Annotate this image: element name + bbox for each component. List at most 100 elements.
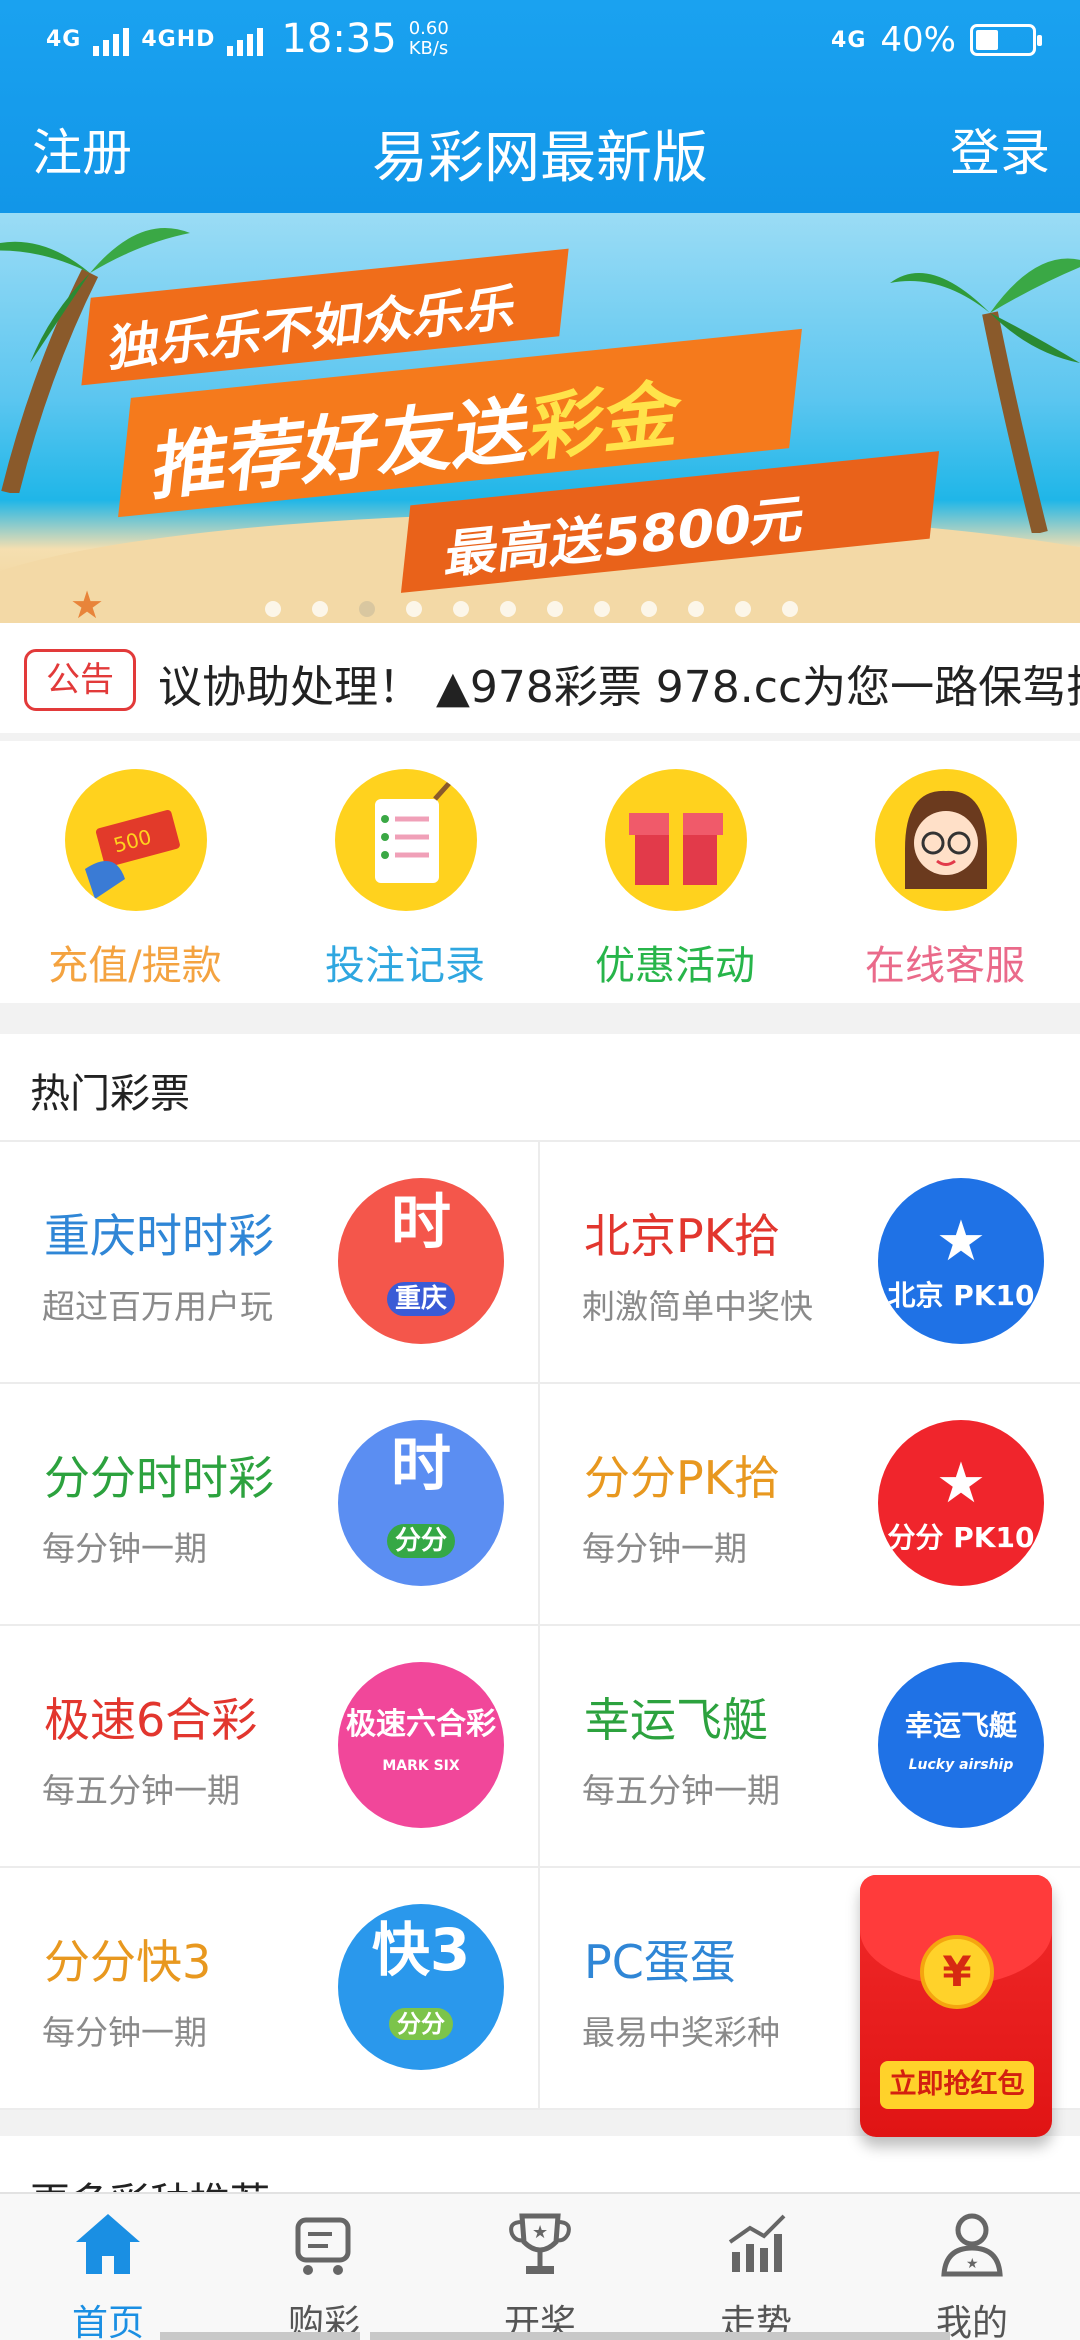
banner-dot[interactable] xyxy=(594,601,610,617)
banner-dot[interactable] xyxy=(406,601,422,617)
logo-sub: MARK SIX xyxy=(382,1757,460,1774)
ffssc-logo-icon: 时分分 xyxy=(338,1420,504,1586)
lottery-name: 幸运飞艇 xyxy=(584,1693,768,1747)
tab-draw[interactable]: ★ 开奖 xyxy=(432,2194,648,2340)
quick-promotions[interactable]: 优惠活动 xyxy=(540,741,810,1003)
gift-icon xyxy=(605,769,747,911)
grab-red-packet-label: 立即抢红包 xyxy=(880,2061,1034,2109)
signal-label: 4G xyxy=(46,26,82,52)
logo-sub: 分分 xyxy=(386,1524,455,1558)
lottery-name: 极速6合彩 xyxy=(44,1693,258,1747)
service-icon xyxy=(875,769,1017,911)
promo-banner[interactable]: 独乐乐不如众乐乐 推荐好友送彩金 最高送5800元 ★ xyxy=(0,213,1080,623)
banner-line-2-text: 推荐好友送 xyxy=(148,386,535,512)
signal-label-2: 4GHD xyxy=(141,26,216,52)
logo-sub: Lucky airship xyxy=(908,1756,1014,1773)
top-bar: 4G 4GHD 18:35 0.60 KB/s 4G 40% 注册 易彩网最新版 … xyxy=(0,0,1080,213)
starfish-icon: ★ xyxy=(70,583,105,623)
status-bar: 4G 4GHD 18:35 0.60 KB/s 4G 40% xyxy=(0,0,1080,82)
quick-customer-service[interactable]: 在线客服 xyxy=(810,741,1080,1003)
banner-dot[interactable] xyxy=(500,601,516,617)
red-packet-button[interactable]: ¥ 立即抢红包 xyxy=(860,1875,1052,2137)
battery-icon xyxy=(970,24,1042,56)
lottery-desc: 超过百万用户玩 xyxy=(42,1287,273,1326)
banner-dot[interactable] xyxy=(453,601,469,617)
svg-text:★: ★ xyxy=(966,2256,979,2272)
quick-label: 投注记录 xyxy=(325,943,485,989)
battery-level xyxy=(976,30,998,50)
tab-home[interactable]: 首页 xyxy=(0,2194,216,2340)
lottery-name: 分分PK拾 xyxy=(584,1451,780,1505)
coin-icon: ¥ xyxy=(920,1935,994,2009)
quick-label: 充值/提款 xyxy=(48,943,222,989)
tab-mine[interactable]: ★ 我的 xyxy=(864,2194,1080,2340)
lottery-name: 分分快3 xyxy=(44,1935,212,1989)
quick-bet-record[interactable]: 投注记录 xyxy=(270,741,540,1003)
record-icon xyxy=(335,769,477,911)
app-screen: 4G 4GHD 18:35 0.60 KB/s 4G 40% 注册 易彩网最新版 … xyxy=(0,0,1080,2340)
network-type: 4G xyxy=(831,27,867,53)
battery-percent: 40% xyxy=(880,20,956,60)
trophy-icon: ★ xyxy=(509,2213,571,2274)
lottery-name: PC蛋蛋 xyxy=(584,1935,736,1989)
lottery-name: 重庆时时彩 xyxy=(44,1209,274,1263)
signal-bars-icon xyxy=(93,22,130,56)
banner-dot[interactable] xyxy=(688,601,704,617)
banner-pagination[interactable] xyxy=(265,601,798,617)
login-button[interactable]: 登录 xyxy=(950,113,1050,185)
banner-dot[interactable] xyxy=(547,601,563,617)
quick-label: 优惠活动 xyxy=(595,943,755,989)
svg-text:★: ★ xyxy=(532,2222,548,2243)
notice-tag: 公告 xyxy=(24,649,136,711)
home-indicator xyxy=(160,2332,360,2340)
bjpk10-logo-icon: ★ 北京 PK10 xyxy=(878,1178,1044,1344)
lottery-desc: 每五分钟一期 xyxy=(42,1771,240,1810)
logo-text: 时 xyxy=(390,1430,451,1500)
signal-bars-icon-2 xyxy=(227,22,264,56)
bottom-tab-bar: 首页 购彩 ★ 开奖 走势 ★ 我的 xyxy=(0,2192,1080,2340)
speed-value: 0.60 xyxy=(408,18,449,39)
lottery-item[interactable]: 幸运飞艇 每五分钟一期 幸运飞艇 Lucky airship xyxy=(540,1626,1080,1868)
net-speed: 0.60 KB/s xyxy=(409,19,449,59)
logo-text: 极速六合彩 xyxy=(346,1706,496,1742)
clock: 18:35 xyxy=(281,16,397,62)
cqssc-logo-icon: 时重庆 xyxy=(338,1178,504,1344)
lottery-desc: 最易中奖彩种 xyxy=(582,2013,780,2052)
notice-text: 议协助处理！ ▲978彩票 978.cc为您一路保驾护航 xyxy=(158,662,1080,713)
lottery-item[interactable]: 北京PK拾 刺激简单中奖快 ★ 北京 PK10 xyxy=(540,1142,1080,1384)
user-icon: ★ xyxy=(941,2213,1003,2277)
lottery-item[interactable]: 重庆时时彩 超过百万用户玩 时重庆 xyxy=(0,1142,540,1384)
notice-bar[interactable]: 公告 议协助处理！ ▲978彩票 978.cc为您一路保驾护航 xyxy=(0,623,1080,733)
banner-dot[interactable] xyxy=(312,601,328,617)
banner-dot[interactable] xyxy=(265,601,281,617)
trend-icon xyxy=(728,2214,786,2272)
lottery-item[interactable]: 分分快3 每分钟一期 快3 分分 xyxy=(0,1868,540,2110)
quick-recharge[interactable]: 500 充值/提款 xyxy=(0,741,270,1003)
banner-dot[interactable] xyxy=(641,601,657,617)
tab-buy[interactable]: 购彩 xyxy=(216,2194,432,2340)
banner-highlight: 彩金 xyxy=(525,371,685,473)
logo-text: 快3 xyxy=(371,1916,471,1984)
lucky-airship-logo-icon: 幸运飞艇 Lucky airship xyxy=(878,1662,1044,1828)
nav-bar: 注册 易彩网最新版 登录 xyxy=(0,95,1080,213)
lottery-name: 北京PK拾 xyxy=(584,1209,780,1263)
tab-trend[interactable]: 走势 xyxy=(648,2194,864,2340)
lottery-name: 分分时时彩 xyxy=(44,1451,274,1505)
speed-unit: KB/s xyxy=(408,38,449,59)
logo-text: 分分 PK10 xyxy=(887,1520,1035,1554)
banner-dot[interactable] xyxy=(782,601,798,617)
lottery-item[interactable]: 极速6合彩 每五分钟一期 极速六合彩 MARK SIX xyxy=(0,1626,540,1868)
banner-dot[interactable] xyxy=(735,601,751,617)
lottery-desc: 每分钟一期 xyxy=(42,2013,207,2052)
mark-six-logo-icon: 极速六合彩 MARK SIX xyxy=(338,1662,504,1828)
money-icon: 500 xyxy=(65,769,207,911)
logo-text: 北京 PK10 xyxy=(887,1278,1035,1312)
quick-actions: 500 充值/提款 投注记录 优惠活动 在线客服 xyxy=(0,741,1080,1003)
logo-text: 幸运飞艇 xyxy=(904,1708,1017,1742)
quick-label: 在线客服 xyxy=(865,943,1025,989)
banner-dot[interactable] xyxy=(359,601,375,617)
lottery-item[interactable]: 分分时时彩 每分钟一期 时分分 xyxy=(0,1384,540,1626)
home-icon xyxy=(76,2214,140,2274)
lottery-item[interactable]: 分分PK拾 每分钟一期 ★ 分分 PK10 xyxy=(540,1384,1080,1626)
ffpk10-logo-icon: ★ 分分 PK10 xyxy=(878,1420,1044,1586)
